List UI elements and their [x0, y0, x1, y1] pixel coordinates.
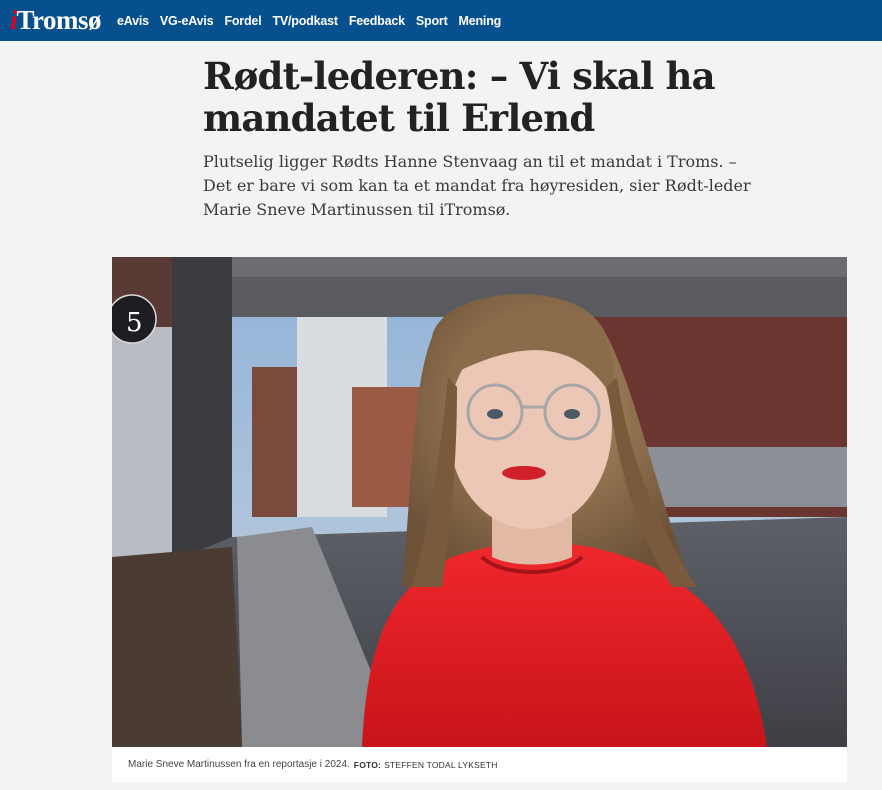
photo-caption: Marie Sneve Martinussen fra en reportasj…	[128, 759, 350, 770]
photo-illustration: 5	[112, 257, 847, 747]
photo-credit: STEFFEN TODAL LYKSETH	[384, 759, 498, 770]
sign-number: 5	[126, 308, 143, 338]
photo-caption-bar: Marie Sneve Martinussen fra en reportasj…	[112, 747, 847, 782]
itromso-logo[interactable]: i Tromsø	[10, 0, 102, 41]
nav-item-sport[interactable]: Sport	[416, 14, 448, 28]
photo-credit-label: FOTO:	[353, 759, 382, 770]
nav-item-fordel[interactable]: Fordel	[224, 14, 261, 28]
nav-item-eavis[interactable]: eAvis	[117, 14, 149, 28]
article-photo[interactable]: 5	[112, 257, 847, 747]
article-headline: Rødt-lederen: – Vi skal ha mandatet til …	[203, 54, 716, 140]
article-lead: Plutselig ligger Rødts Hanne Stenvaag an…	[203, 152, 751, 219]
nav-item-tv-podkast[interactable]: TV/podkast	[272, 14, 338, 28]
top-navigation-bar: i Tromsø eAvis VG-eAvis Fordel TV/podkas…	[0, 0, 882, 41]
nav-item-feedback[interactable]: Feedback	[349, 14, 405, 28]
nav-item-mening[interactable]: Mening	[459, 14, 502, 28]
nav-item-vg-eavis[interactable]: VG-eAvis	[160, 14, 214, 28]
main-nav: eAvis VG-eAvis Fordel TV/podkast Feedbac…	[117, 14, 501, 28]
logo-wordmark: Tromsø	[16, 5, 102, 35]
